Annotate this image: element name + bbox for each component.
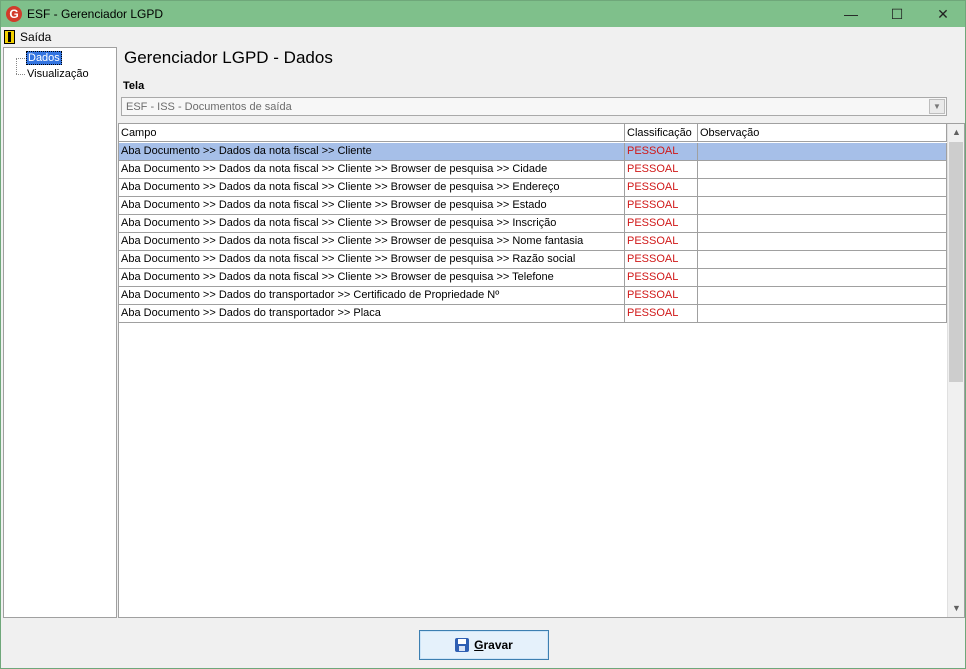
cell-classificacao[interactable]: PESSOAL — [625, 215, 698, 232]
window-title: ESF - Gerenciador LGPD — [27, 7, 164, 21]
table-row[interactable]: Aba Documento >> Dados da nota fiscal >>… — [119, 233, 947, 251]
scroll-up-icon[interactable]: ▲ — [948, 124, 964, 141]
column-header-classificacao[interactable]: Classificação — [625, 124, 698, 142]
tree-connector — [16, 58, 25, 59]
table-row[interactable]: Aba Documento >> Dados da nota fiscal >>… — [119, 251, 947, 269]
app-logo-icon: G — [6, 6, 22, 22]
cell-campo[interactable]: Aba Documento >> Dados da nota fiscal >>… — [119, 269, 625, 286]
cell-observacao[interactable] — [698, 161, 947, 178]
tela-label: Tela — [123, 80, 145, 92]
minimize-button[interactable]: — — [828, 1, 874, 27]
navigation-tree: Dados Visualização — [3, 47, 117, 618]
cell-observacao[interactable] — [698, 179, 947, 196]
exit-door-icon — [4, 30, 15, 44]
cell-classificacao[interactable]: PESSOAL — [625, 179, 698, 196]
cell-classificacao[interactable]: PESSOAL — [625, 233, 698, 250]
cell-campo[interactable]: Aba Documento >> Dados da nota fiscal >>… — [119, 143, 625, 160]
cell-campo[interactable]: Aba Documento >> Dados do transportador … — [119, 305, 625, 322]
column-header-campo[interactable]: Campo — [119, 124, 625, 142]
tela-select[interactable]: ESF - ISS - Documentos de saída ▼ — [121, 97, 947, 116]
vertical-scrollbar[interactable]: ▲ ▼ — [947, 124, 964, 617]
cell-classificacao[interactable]: PESSOAL — [625, 269, 698, 286]
cell-campo[interactable]: Aba Documento >> Dados da nota fiscal >>… — [119, 215, 625, 232]
cell-classificacao[interactable]: PESSOAL — [625, 305, 698, 322]
maximize-button[interactable]: ☐ — [874, 1, 920, 27]
cell-observacao[interactable] — [698, 305, 947, 322]
grid-header: Campo Classificação Observação — [119, 124, 947, 142]
save-button[interactable]: Gravar — [419, 630, 549, 660]
cell-classificacao[interactable]: PESSOAL — [625, 197, 698, 214]
cell-classificacao[interactable]: PESSOAL — [625, 161, 698, 178]
close-button[interactable]: ✕ — [920, 1, 966, 27]
tree-item-dados[interactable]: Dados — [26, 51, 62, 65]
menu-item-label: Saída — [20, 30, 52, 44]
menu-item-saida[interactable]: Saída — [4, 29, 51, 45]
table-row[interactable]: Aba Documento >> Dados do transportador … — [119, 305, 947, 323]
scroll-down-icon[interactable]: ▼ — [948, 600, 964, 617]
floppy-disk-icon — [455, 638, 470, 652]
table-row[interactable]: Aba Documento >> Dados da nota fiscal >>… — [119, 215, 947, 233]
title-bar[interactable]: G ESF - Gerenciador LGPD — ☐ ✕ — [1, 1, 965, 27]
cell-observacao[interactable] — [698, 143, 947, 160]
tree-connector — [16, 58, 24, 74]
column-header-observacao[interactable]: Observação — [698, 124, 947, 142]
table-row[interactable]: Aba Documento >> Dados da nota fiscal >>… — [119, 179, 947, 197]
table-row[interactable]: Aba Documento >> Dados da nota fiscal >>… — [119, 143, 947, 161]
tree-item-visualizacao[interactable]: Visualização — [26, 67, 90, 81]
cell-classificacao[interactable]: PESSOAL — [625, 143, 698, 160]
chevron-down-icon[interactable]: ▼ — [929, 99, 945, 114]
cell-observacao[interactable] — [698, 215, 947, 232]
table-row[interactable]: Aba Documento >> Dados do transportador … — [119, 287, 947, 305]
tela-select-value: ESF - ISS - Documentos de saída — [126, 101, 292, 113]
app-window: G ESF - Gerenciador LGPD — ☐ ✕ Saída Dad… — [0, 0, 966, 669]
cell-campo[interactable]: Aba Documento >> Dados do transportador … — [119, 287, 625, 304]
cell-campo[interactable]: Aba Documento >> Dados da nota fiscal >>… — [119, 233, 625, 250]
fields-grid: Campo Classificação Observação Aba Docum… — [118, 123, 965, 618]
cell-campo[interactable]: Aba Documento >> Dados da nota fiscal >>… — [119, 179, 625, 196]
cell-classificacao[interactable]: PESSOAL — [625, 287, 698, 304]
save-button-label: Gravar — [474, 638, 513, 652]
scrollbar-thumb[interactable] — [949, 142, 963, 382]
table-row[interactable]: Aba Documento >> Dados da nota fiscal >>… — [119, 269, 947, 287]
cell-campo[interactable]: Aba Documento >> Dados da nota fiscal >>… — [119, 251, 625, 268]
cell-observacao[interactable] — [698, 269, 947, 286]
cell-classificacao[interactable]: PESSOAL — [625, 251, 698, 268]
menu-bar: Saída — [1, 27, 965, 47]
tree-connector — [16, 74, 25, 75]
cell-campo[interactable]: Aba Documento >> Dados da nota fiscal >>… — [119, 197, 625, 214]
cell-campo[interactable]: Aba Documento >> Dados da nota fiscal >>… — [119, 161, 625, 178]
cell-observacao[interactable] — [698, 287, 947, 304]
cell-observacao[interactable] — [698, 233, 947, 250]
cell-observacao[interactable] — [698, 251, 947, 268]
cell-observacao[interactable] — [698, 197, 947, 214]
table-row[interactable]: Aba Documento >> Dados da nota fiscal >>… — [119, 161, 947, 179]
page-title: Gerenciador LGPD - Dados — [124, 48, 333, 67]
table-row[interactable]: Aba Documento >> Dados da nota fiscal >>… — [119, 197, 947, 215]
